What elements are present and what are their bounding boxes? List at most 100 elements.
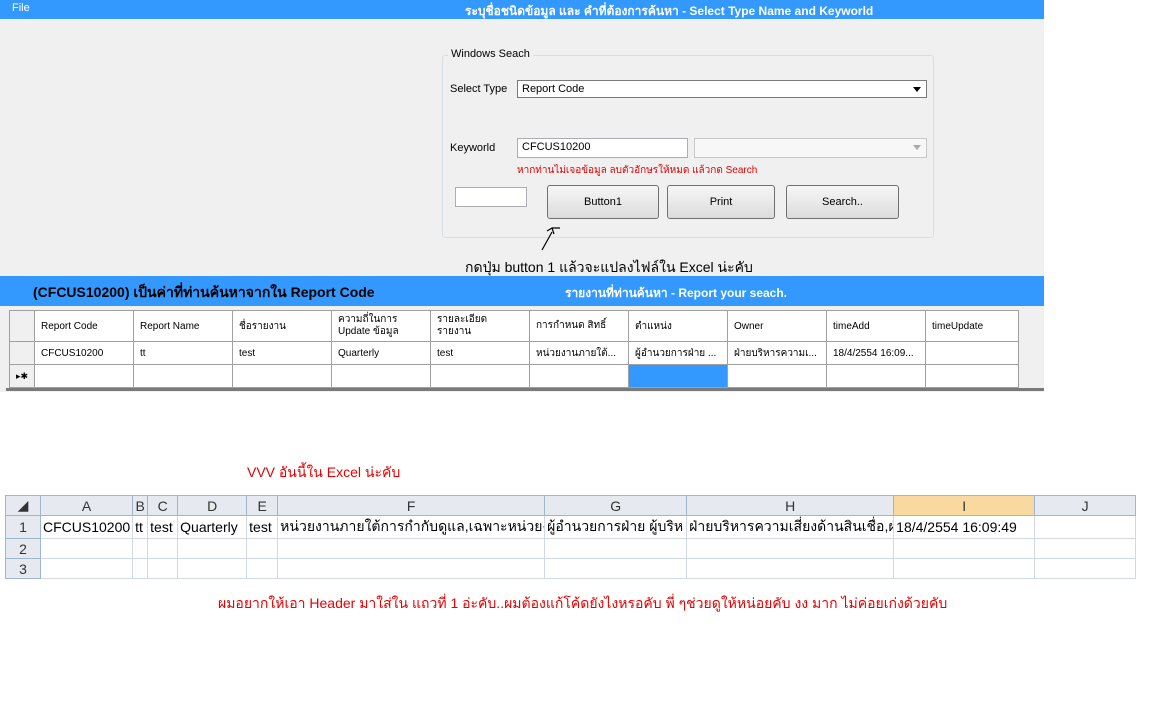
excel-cell[interactable] [177,538,248,559]
excel-column-header-row: ◢ A B C D E F G H I J [5,495,1137,516]
excel-cell[interactable] [893,538,1036,559]
select-all-corner[interactable]: ◢ [5,495,41,516]
excel-cell[interactable] [544,538,688,559]
excel-cell[interactable] [147,558,179,579]
excel-col-header[interactable]: D [177,495,248,516]
excel-col-header[interactable]: F [277,495,546,516]
grid-cell[interactable]: tt [133,341,233,365]
excel-cell[interactable] [147,538,179,559]
excel-cell[interactable]: 18/4/2554 16:09:49 [893,515,1036,539]
grid-col-header[interactable]: Owner [727,310,827,342]
excel-row: 1 CFCUS10200 tt test Quarterly test หน่ว… [5,515,1137,539]
grid-cell[interactable] [133,364,233,388]
grid-cell[interactable] [727,364,827,388]
grid-col-header[interactable]: timeUpdate [925,310,1019,342]
excel-col-header[interactable]: J [1034,495,1137,516]
grid-cell-selected[interactable] [628,364,728,388]
excel-cell[interactable] [1034,558,1137,579]
select-type-dropdown[interactable]: Report Code [517,80,927,98]
grid-col-header[interactable]: ตำแหน่ง [628,310,728,342]
grid-cell[interactable] [232,364,332,388]
keyword-secondary-dropdown[interactable] [694,138,927,158]
grid-cell[interactable]: ผู้อำนวยการฝ่าย ... [628,341,728,365]
grid-cell[interactable]: 18/4/2554 16:09... [826,341,926,365]
grid-col-header[interactable]: รายละเอียด รายงาน [430,310,530,342]
excel-cell[interactable]: tt [132,515,149,539]
small-textbox[interactable] [455,187,527,207]
excel-cell[interactable]: test [246,515,279,539]
row-header[interactable] [9,341,35,365]
excel-cell[interactable] [246,538,279,559]
excel-col-header[interactable]: C [147,495,179,516]
grid-cell[interactable] [430,364,530,388]
excel-cell[interactable] [277,558,546,579]
excel-col-header[interactable]: E [246,495,279,516]
excel-cell[interactable]: CFCUS10200 [39,515,134,539]
grid-cell[interactable]: test [232,341,332,365]
grid-cell[interactable]: ฝ่ายบริหารความเ... [727,341,827,365]
excel-cell[interactable] [39,538,134,559]
excel-col-header[interactable]: H [686,495,895,516]
excel-col-header[interactable]: G [544,495,688,516]
excel-cell[interactable] [1034,515,1137,539]
grid-col-header[interactable]: timeAdd [826,310,926,342]
grid-cell[interactable] [331,364,431,388]
excel-cell[interactable] [686,538,895,559]
excel-col-header[interactable]: B [132,495,149,516]
grid-col-header[interactable]: Report Name [133,310,233,342]
excel-col-header-selected[interactable]: I [893,495,1036,516]
grid-cell[interactable] [529,364,629,388]
grid-col-header[interactable]: Report Code [34,310,134,342]
grid-cell[interactable] [925,341,1019,365]
excel-cell[interactable] [686,558,895,579]
excel-cell[interactable]: Quarterly [177,515,248,539]
excel-cell[interactable] [132,558,149,579]
grid-corner [9,310,35,342]
button1-button[interactable]: Button1 [547,185,659,219]
excel-cell[interactable] [893,558,1036,579]
keyword-input[interactable]: CFCUS10200 [517,138,688,158]
excel-row-number[interactable]: 3 [5,558,41,579]
grid-cell[interactable] [925,364,1019,388]
grid-scroll-edge [6,388,1044,391]
grid-cell[interactable]: หน่วยงานภายใต้... [529,341,629,365]
print-button[interactable]: Print [667,185,775,219]
excel-row-number[interactable]: 2 [5,538,41,559]
grid-cell[interactable]: Quarterly [331,341,431,365]
grid-col-header[interactable]: ชื่อรายงาน [232,310,332,342]
search-button[interactable]: Search.. [786,185,899,219]
excel-cell[interactable] [246,558,279,579]
excel-cell[interactable] [544,558,688,579]
bottom-note: ผมอยากให้เอา Header มาใส่ใน แถวที่ 1 อ่ะ… [218,595,948,611]
excel-cell[interactable]: หน่วยงานภายใต้การกำกับดูแล,เฉพาะหน่วยง [277,515,546,539]
excel-cell[interactable] [39,558,134,579]
table-row-new[interactable]: ▸✱ [9,364,1019,388]
keyword-hint: หากท่านไม่เจอข้อมูล ลบตัวอักษรให้หมด แล้… [517,165,758,176]
grid-col-header[interactable]: การกำหนด สิทธิ์ [529,310,629,342]
grid-cell[interactable] [826,364,926,388]
menu-file[interactable]: File [12,2,30,14]
grid-cell[interactable]: test [430,341,530,365]
excel-cell[interactable]: test [147,515,179,539]
grid-cell[interactable] [34,364,134,388]
excel-note: VVV อันนี้ใน Excel น่ะคับ [247,464,401,480]
excel-cell[interactable]: ฝ่ายบริหารความเสี่ยงด้านสินเชื่อ,ฝ่ [686,515,895,539]
excel-cell[interactable] [132,538,149,559]
grid-cell[interactable]: CFCUS10200 [34,341,134,365]
results-grid: Report Code Report Name ชื่อรายงาน ความถ… [9,310,1019,388]
excel-cell[interactable] [1034,538,1137,559]
new-row-marker[interactable]: ▸✱ [9,364,35,388]
select-type-value: Report Code [522,83,585,95]
excel-cell[interactable] [277,538,546,559]
excel-cell[interactable]: ผู้อำนวยการฝ่าย ผู้บริห [544,515,688,539]
window-title: ระบุชื่อชนิดข้อมูล และ คำที่ต้องการค้นหา… [465,4,874,18]
chevron-down-icon [913,145,921,150]
grid-col-header[interactable]: ความถี่ในการ Update ข้อมูล [331,310,431,342]
result-bar-right-text: รายงานที่ท่านค้นหา - Report your seach. [565,286,788,300]
hand-drawn-arrow-icon [541,227,560,251]
excel-col-header[interactable]: A [39,495,134,516]
excel-row-number[interactable]: 1 [5,515,41,539]
chevron-down-icon [913,87,921,92]
table-row[interactable]: CFCUS10200 tt test Quarterly test หน่วยง… [9,341,1019,365]
excel-cell[interactable] [177,558,248,579]
